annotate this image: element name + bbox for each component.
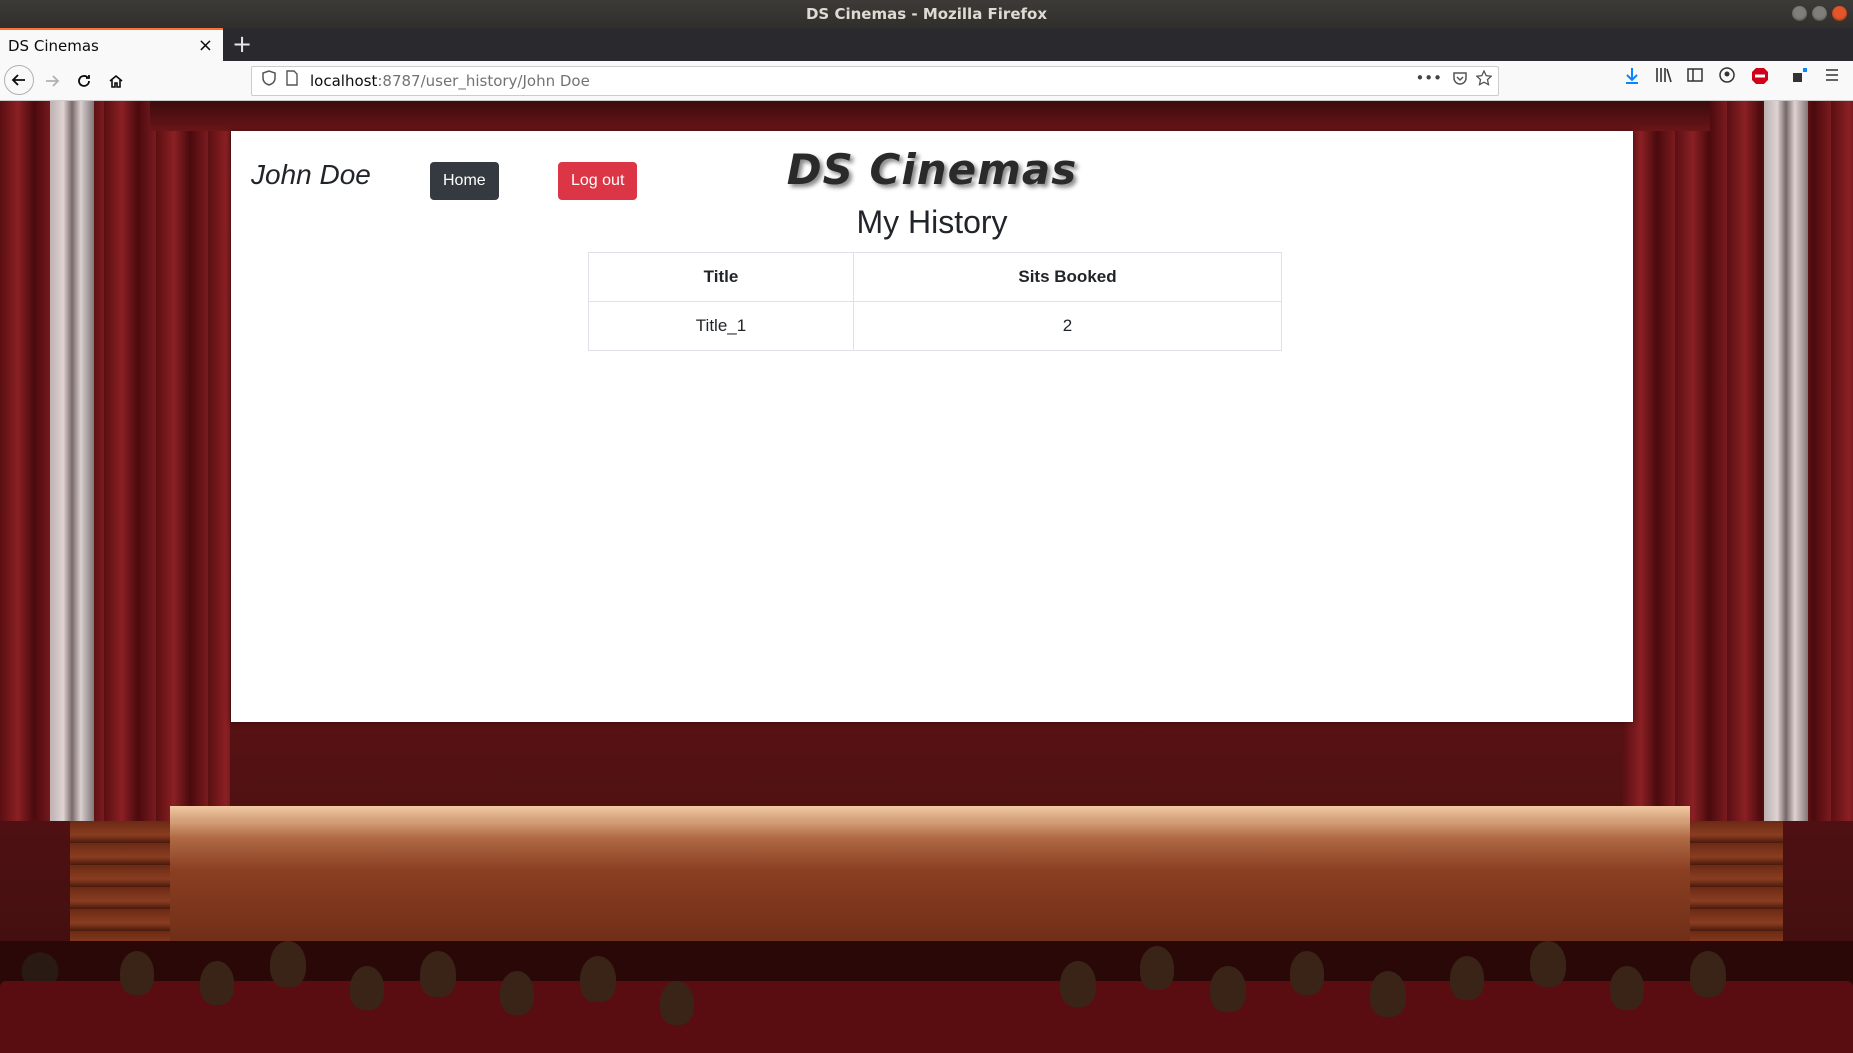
audience-head bbox=[120, 951, 154, 995]
forward-icon[interactable] bbox=[38, 67, 66, 95]
url-path: :8787/user_history/John Doe bbox=[377, 72, 590, 90]
audience-head bbox=[1290, 951, 1324, 995]
sidebar-icon[interactable] bbox=[1687, 67, 1703, 87]
cell-title: Title_1 bbox=[588, 301, 854, 351]
window-titlebar: DS Cinemas - Mozilla Firefox bbox=[0, 0, 1853, 28]
column-header-title: Title bbox=[588, 252, 854, 302]
account-icon[interactable] bbox=[1719, 67, 1735, 87]
audience-head bbox=[420, 951, 456, 997]
audience-head bbox=[270, 941, 306, 987]
browser-tab[interactable]: DS Cinemas × bbox=[0, 28, 223, 61]
page-title: My History bbox=[856, 204, 1008, 240]
table-header-row: Title Sits Booked bbox=[588, 252, 1282, 302]
back-icon[interactable] bbox=[4, 65, 34, 95]
audience-head bbox=[200, 961, 234, 1005]
audience-heads bbox=[0, 921, 1853, 1053]
url-host: localhost bbox=[310, 72, 378, 90]
address-bar[interactable]: localhost:8787/user_history/John Doe ••• bbox=[251, 66, 1499, 96]
table-row: Title_1 2 bbox=[588, 301, 1282, 351]
close-window-icon[interactable] bbox=[1832, 6, 1847, 21]
download-icon[interactable] bbox=[1624, 67, 1640, 89]
theater-valance bbox=[150, 101, 1710, 131]
window-title: DS Cinemas - Mozilla Firefox bbox=[805, 5, 1048, 23]
theater-pillar-right bbox=[1764, 101, 1808, 821]
menu-icon[interactable] bbox=[1824, 67, 1840, 87]
audience-head bbox=[1140, 946, 1174, 990]
audience-head bbox=[1610, 966, 1644, 1010]
tab-title: DS Cinemas bbox=[8, 36, 99, 55]
navigation-bar: localhost:8787/user_history/John Doe ••• bbox=[0, 61, 1853, 101]
cell-sits-booked: 2 bbox=[853, 301, 1282, 351]
reload-icon[interactable] bbox=[70, 67, 98, 95]
home-icon[interactable] bbox=[102, 67, 130, 95]
theater-curtain-right bbox=[1623, 101, 1853, 821]
audience-head bbox=[660, 981, 694, 1025]
audience-head bbox=[350, 966, 384, 1010]
shield-icon[interactable] bbox=[262, 70, 276, 90]
audience-head bbox=[1690, 951, 1726, 997]
minimize-icon[interactable] bbox=[1792, 6, 1807, 21]
audience-head bbox=[1530, 941, 1566, 987]
theater-pillar-left bbox=[50, 101, 94, 821]
window-controls bbox=[1792, 6, 1847, 21]
theater-curtain-left bbox=[0, 101, 230, 821]
brand-title: DS Cinemas bbox=[786, 145, 1078, 194]
audience-head bbox=[500, 971, 534, 1015]
column-header-sits-booked: Sits Booked bbox=[853, 252, 1282, 302]
audience-head bbox=[580, 956, 616, 1002]
audience-head bbox=[1210, 966, 1246, 1012]
tab-close-icon[interactable]: × bbox=[198, 35, 213, 56]
extensions-icon[interactable] bbox=[1792, 67, 1808, 87]
seat-row bbox=[0, 981, 1853, 1053]
cinema-screen-panel: John Doe Home Log out DS Cinemas My Hist… bbox=[231, 131, 1633, 722]
audience-head bbox=[1370, 971, 1406, 1017]
audience-head bbox=[1060, 961, 1096, 1007]
maximize-icon[interactable] bbox=[1812, 6, 1827, 21]
bookmark-star-icon[interactable] bbox=[1475, 69, 1493, 90]
tab-strip: DS Cinemas × + bbox=[0, 28, 1853, 61]
audience-head bbox=[1450, 956, 1484, 1000]
page-info-icon[interactable] bbox=[286, 70, 298, 90]
history-table: Title Sits Booked Title_1 2 bbox=[588, 252, 1282, 351]
library-icon[interactable] bbox=[1655, 67, 1673, 87]
adblock-icon[interactable] bbox=[1751, 67, 1769, 89]
page-actions-icon[interactable]: ••• bbox=[1415, 69, 1442, 87]
new-tab-icon[interactable]: + bbox=[232, 30, 252, 58]
pocket-icon[interactable] bbox=[1452, 70, 1468, 90]
